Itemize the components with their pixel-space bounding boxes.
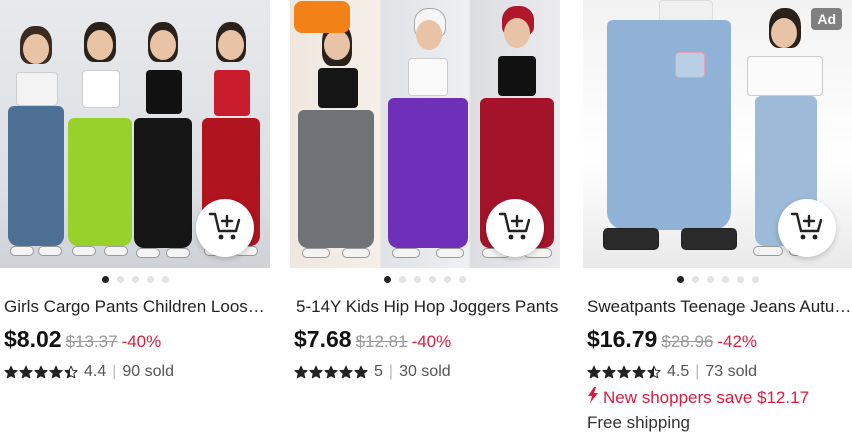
carousel-dot[interactable] — [384, 276, 391, 283]
star-icon — [34, 365, 48, 379]
star-icon — [587, 365, 601, 379]
star-icon — [324, 365, 338, 379]
carousel-dot[interactable] — [721, 276, 729, 283]
product-image[interactable]: Ad — [583, 0, 852, 268]
price-row: $7.68 $12.81 -40% — [290, 326, 560, 353]
star-icon — [339, 365, 353, 379]
product-card[interactable]: 5-14Y Kids Hip Hop Joggers Pants $7.68 $… — [290, 0, 560, 381]
image-carousel-dots[interactable] — [0, 276, 270, 284]
add-to-cart-button[interactable] — [778, 199, 836, 257]
carousel-dot[interactable] — [161, 276, 169, 283]
carousel-dot[interactable] — [676, 276, 684, 283]
product-title[interactable]: Sweatpants Teenage Jeans Autumn — [583, 296, 852, 317]
carousel-dot[interactable] — [706, 276, 714, 283]
star-rating — [587, 365, 661, 379]
rating-row: 4.5 | 73 sold — [583, 363, 852, 381]
promo-text: New shoppers save $12.17 — [603, 387, 810, 407]
rating-row: 5 | 30 sold — [290, 363, 560, 381]
current-price: $7.68 — [294, 326, 352, 352]
model-figure — [294, 14, 378, 268]
flash-tag-icon — [587, 387, 599, 408]
star-icon — [294, 365, 308, 379]
sold-count: 30 sold — [399, 363, 451, 380]
carousel-dot[interactable] — [101, 276, 109, 283]
product-card[interactable]: Girls Cargo Pants Children Loose Hip Hop… — [0, 0, 270, 381]
model-figure — [132, 18, 194, 268]
rating-value: 4.5 — [667, 363, 690, 380]
add-to-cart-button[interactable] — [486, 199, 544, 257]
divider: | — [112, 363, 117, 380]
carousel-dot[interactable] — [146, 276, 154, 283]
model-figure — [386, 2, 470, 268]
carousel-dot[interactable] — [751, 276, 759, 283]
model-figure — [6, 20, 68, 268]
product-image[interactable] — [290, 0, 560, 268]
add-to-cart-icon — [498, 210, 532, 247]
original-price: $28.96 — [661, 332, 714, 351]
current-price: $16.79 — [587, 326, 658, 352]
star-icon — [354, 365, 368, 379]
carousel-dot[interactable] — [414, 276, 421, 283]
star-icon — [19, 365, 33, 379]
carousel-dot[interactable] — [399, 276, 406, 283]
carousel-dot[interactable] — [459, 276, 466, 283]
star-icon — [49, 365, 63, 379]
ad-label: Ad — [811, 8, 842, 30]
divider: | — [695, 363, 700, 380]
add-to-cart-icon — [208, 210, 242, 247]
current-price: $8.02 — [4, 326, 62, 352]
star-icon — [309, 365, 323, 379]
star-icon — [632, 365, 646, 379]
promo-sticker — [294, 1, 350, 33]
rating-value: 4.4 — [84, 363, 107, 380]
product-title[interactable]: Girls Cargo Pants Children Loose Hip Hop — [0, 296, 270, 317]
star-rating — [294, 365, 368, 379]
rating-row: 4.4 | 90 sold — [0, 363, 270, 381]
price-row: $8.02 $13.37 -40% — [0, 326, 270, 353]
rating-value: 5 — [374, 363, 383, 380]
image-carousel-dots[interactable] — [290, 276, 560, 284]
discount-badge: -40% — [411, 332, 452, 351]
sold-count: 73 sold — [705, 363, 757, 380]
add-to-cart-button[interactable] — [196, 199, 254, 257]
product-card[interactable]: Ad Sweatpants Teenage Jeans Autumn $16.7… — [583, 0, 852, 432]
divider: | — [388, 363, 394, 380]
image-carousel-dots[interactable] — [583, 276, 852, 284]
shipping-info: Free shipping — [587, 413, 691, 432]
sold-count: 90 sold — [122, 363, 174, 380]
model-figure — [599, 0, 739, 268]
price-row: $16.79 $28.96 -42% — [583, 326, 852, 353]
add-to-cart-icon — [790, 210, 824, 247]
new-shopper-promo: New shoppers save $12.17 — [583, 387, 852, 408]
original-price: $13.37 — [65, 332, 118, 351]
original-price: $12.81 — [355, 332, 408, 351]
carousel-dot[interactable] — [131, 276, 139, 283]
carousel-dot[interactable] — [429, 276, 436, 283]
carousel-dot[interactable] — [116, 276, 124, 283]
discount-badge: -40% — [121, 332, 162, 351]
carousel-dot[interactable] — [691, 276, 699, 283]
product-title[interactable]: 5-14Y Kids Hip Hop Joggers Pants — [290, 296, 560, 317]
star-icon — [617, 365, 631, 379]
star-icon — [647, 365, 661, 379]
star-icon — [602, 365, 616, 379]
carousel-dot[interactable] — [736, 276, 744, 283]
model-figure — [68, 18, 132, 268]
carousel-dot[interactable] — [444, 276, 451, 283]
discount-badge: -42% — [717, 332, 758, 351]
star-icon — [64, 365, 78, 379]
star-rating — [4, 365, 78, 379]
star-icon — [4, 365, 18, 379]
product-image[interactable] — [0, 0, 270, 268]
